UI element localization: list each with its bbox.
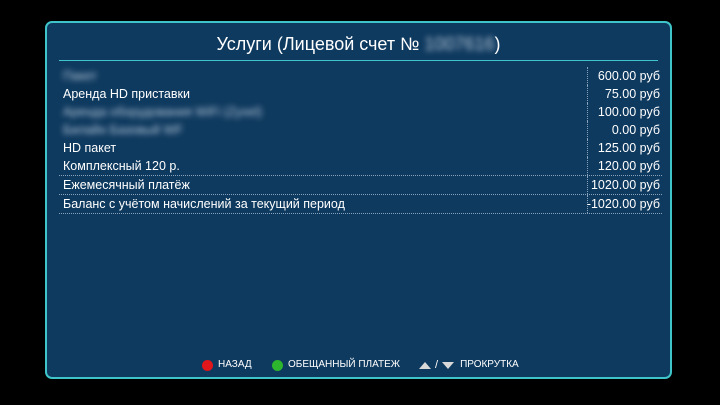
back-label: НАЗАД — [218, 359, 252, 370]
services-table: Пакет 600.00 руб Аренда HD приставки 75.… — [59, 67, 662, 214]
table-row: Комплексный 120 р. 120.00 руб — [59, 157, 662, 175]
service-amount: 600.00 руб — [597, 69, 660, 83]
monthly-payment-amount: 1020.00 руб — [590, 178, 660, 192]
service-amount: 75.00 руб — [604, 87, 660, 101]
back-button[interactable]: НАЗАД — [202, 358, 252, 372]
service-name: Аренда оборудования WiFi (Zyxel) — [63, 105, 263, 119]
table-row: Аренда оборудования WiFi (Zyxel) 100.00 … — [59, 103, 662, 121]
table-row: HD пакет 125.00 руб — [59, 139, 662, 157]
scroll-control[interactable]: / ПРОКРУТКА — [419, 358, 519, 372]
promised-payment-label: ОБЕЩАННЫЙ ПЛАТЕЖ — [288, 359, 400, 370]
column-divider — [587, 157, 588, 175]
service-name: Аренда HD приставки — [63, 87, 190, 101]
table-row: Аренда HD приставки 75.00 руб — [59, 85, 662, 103]
column-divider — [587, 103, 588, 121]
balance-amount: -1020.00 руб — [586, 197, 660, 211]
red-button-icon — [202, 359, 213, 371]
column-divider — [587, 121, 588, 139]
services-panel: Услуги (Лицевой счет № 1007616) Пакет 60… — [45, 21, 672, 379]
page-title: Услуги (Лицевой счет № 1007616) — [47, 32, 670, 56]
monthly-payment-row: Ежемесячный платёж 1020.00 руб — [59, 175, 662, 194]
green-button-icon — [272, 359, 283, 371]
monthly-payment-label: Ежемесячный платёж — [63, 178, 190, 192]
title-suffix: ) — [494, 34, 501, 54]
column-divider — [587, 139, 588, 157]
title-divider — [59, 60, 658, 61]
column-divider — [587, 85, 588, 103]
arrow-down-icon — [442, 361, 455, 369]
service-name: Билайн Базовый WF — [63, 123, 183, 137]
promised-payment-button[interactable]: ОБЕЩАННЫЙ ПЛАТЕЖ — [272, 358, 400, 372]
balance-label: Баланс с учётом начислений за текущий пе… — [63, 197, 345, 211]
table-row: Пакет 600.00 руб — [59, 67, 662, 85]
remote-hints-bar: НАЗАД ОБЕЩАННЫЙ ПЛАТЕЖ / ПРОКРУТКА — [47, 358, 670, 372]
balance-row: Баланс с учётом начислений за текущий пе… — [59, 194, 662, 214]
service-name: Пакет — [63, 69, 97, 83]
service-amount: 0.00 руб — [611, 123, 660, 137]
table-row: Билайн Базовый WF 0.00 руб — [59, 121, 662, 139]
title-prefix: Услуги (Лицевой счет № — [216, 34, 420, 54]
account-number: 1007616 — [424, 34, 495, 54]
service-name: HD пакет — [63, 141, 117, 155]
service-name: Комплексный 120 р. — [63, 159, 180, 173]
scroll-label: ПРОКРУТКА — [460, 359, 519, 370]
column-divider — [587, 67, 588, 85]
arrow-up-icon — [419, 361, 431, 369]
service-amount: 100.00 руб — [597, 105, 660, 119]
service-amount: 125.00 руб — [597, 141, 660, 155]
column-divider — [587, 176, 588, 194]
service-amount: 120.00 руб — [597, 159, 660, 173]
scroll-separator: / — [435, 359, 439, 371]
